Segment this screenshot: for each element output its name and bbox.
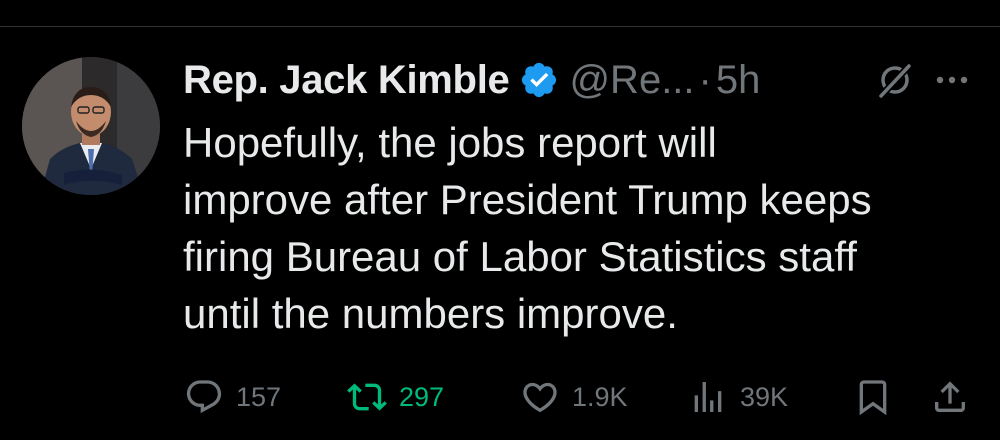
repost-button[interactable]: 297 (347, 372, 444, 422)
reply-icon (184, 377, 224, 417)
separator-dot: · (698, 57, 712, 102)
share-button[interactable] (930, 372, 970, 422)
views-icon (688, 377, 728, 417)
reply-button[interactable]: 157 (184, 372, 281, 422)
tweet-header: Rep. Jack Kimble @Re... · 5h (183, 52, 983, 108)
more-icon[interactable] (934, 64, 970, 96)
repost-icon (347, 377, 387, 417)
tweet-line: improve after President Trump keeps (183, 176, 872, 223)
tweet-line: firing Bureau of Labor Statistics staff (183, 233, 857, 280)
tweet-line: until the numbers improve. (183, 290, 678, 337)
avatar-photo (22, 57, 160, 195)
like-count: 1.9K (572, 381, 628, 412)
top-divider (0, 26, 1000, 27)
grok-icon[interactable] (875, 60, 915, 100)
like-icon (520, 377, 560, 417)
views-count: 39K (740, 381, 789, 412)
repost-count: 297 (399, 381, 445, 412)
timestamp[interactable]: 5h (716, 58, 761, 103)
avatar[interactable] (22, 57, 160, 195)
like-button[interactable]: 1.9K (520, 372, 628, 422)
views-button[interactable]: 39K (688, 372, 788, 422)
author-handle[interactable]: @Re... (569, 58, 694, 103)
action-bar: 157 297 1.9K 39K (0, 372, 1000, 422)
verified-badge-icon (519, 60, 559, 100)
tweet-text: Hopefully, the jobs report will improve … (183, 114, 983, 342)
tweet-line: Hopefully, the jobs report will (183, 119, 717, 166)
reply-count: 157 (236, 381, 282, 412)
author-name[interactable]: Rep. Jack Kimble (183, 58, 510, 103)
share-icon (930, 377, 970, 417)
bookmark-button[interactable] (853, 372, 893, 422)
bookmark-icon (853, 377, 893, 417)
